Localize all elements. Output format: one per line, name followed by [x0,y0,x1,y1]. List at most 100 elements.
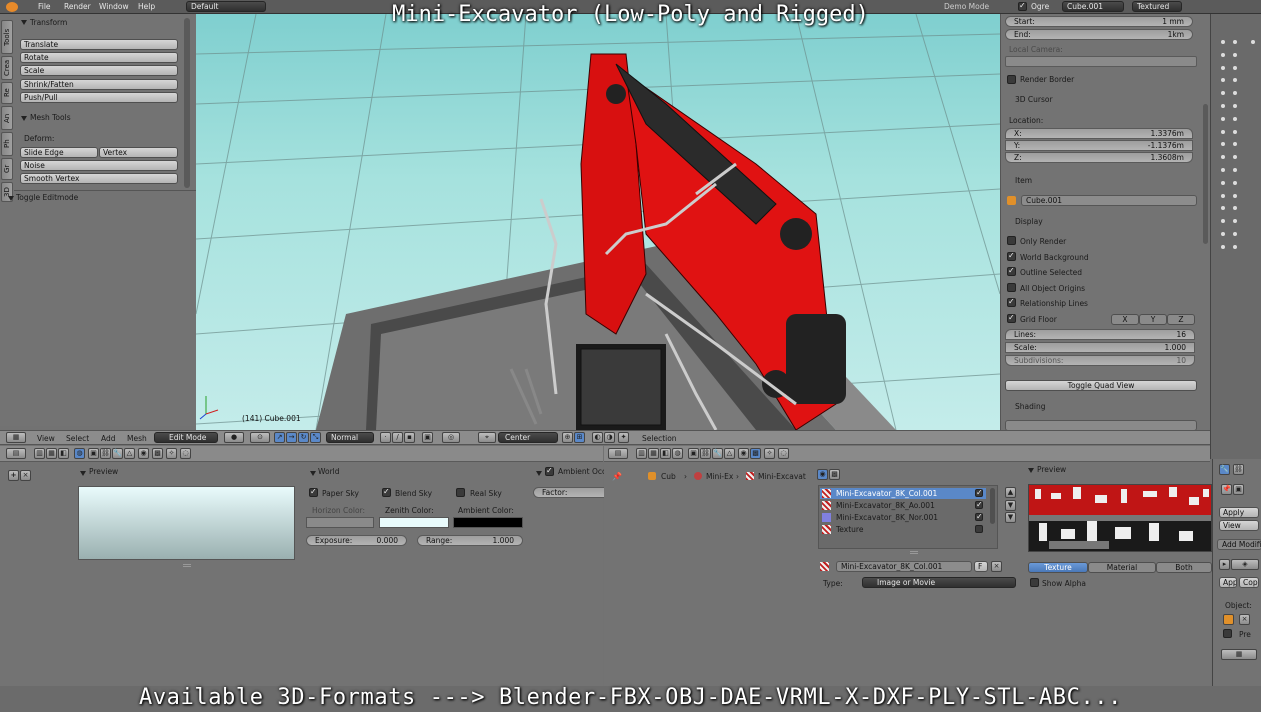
range-field[interactable]: Range: 1.000 [417,535,523,546]
shading-header[interactable]: Shading [1015,402,1045,412]
outliner-visibility-icon[interactable] [1221,65,1225,70]
tab-create[interactable]: Crea [1,56,13,80]
clip-end-field[interactable]: End: 1km [1005,29,1193,40]
specials-icon[interactable]: ▼ [1005,512,1016,523]
fake-user-button[interactable]: F [974,561,988,572]
snap-project-icon[interactable]: ⊞ [574,432,585,443]
item-name-field[interactable]: Cube.001 [1021,195,1197,206]
modifier-apply-button[interactable]: Apply [1219,577,1237,588]
edge-select-icon[interactable]: / [392,432,403,443]
texture-datablock-field[interactable]: Mini-Excavator_8K_Col.001 [836,561,972,572]
tab-world-icon[interactable]: ◍ [74,448,85,459]
outliner-visibility-icon[interactable] [1221,180,1225,185]
outliner-visibility-icon[interactable] [1233,65,1237,70]
outliner-visibility-icon[interactable] [1221,155,1225,160]
tab-object-icon[interactable]: ▣ [88,448,99,459]
outliner-visibility-icon[interactable] [1221,129,1225,134]
outliner-visibility-icon[interactable] [1233,129,1237,134]
modifier-copy-button[interactable]: Copy [1239,577,1259,588]
tab-modifiers-icon[interactable]: 🔧 [112,448,123,459]
tab-physics-icon[interactable]: ◌ [778,448,789,459]
display-header[interactable]: Display [1015,217,1043,227]
toggle-editmode-header[interactable]: Toggle Editmode [16,193,78,203]
zenith-color-swatch[interactable] [379,517,449,528]
render-border-checkbox[interactable] [1007,75,1016,84]
outliner-visibility-icon[interactable] [1221,168,1225,172]
menu-mesh[interactable]: Mesh [127,434,147,443]
tab-material-icon[interactable]: ◉ [138,448,149,459]
manipulator-icon[interactable]: ↗ [274,432,285,443]
pose-icon[interactable]: ✦ [618,432,629,443]
tab-layers-icon[interactable]: ▦ [46,448,57,459]
texture-slot-checkbox[interactable] [975,488,983,497]
breadcrumb-material[interactable]: Mini-Ex [706,472,733,481]
modifier-expand-icon[interactable]: ▸ [1219,559,1230,570]
world-panel-header[interactable]: World [318,467,340,477]
tab-modifiers-icon[interactable]: 🔧 [712,448,723,459]
outliner-visibility-icon[interactable] [1233,91,1237,96]
tab-data-icon[interactable]: △ [124,448,135,459]
preview-tab-both[interactable]: Both [1156,562,1212,573]
push-pull-button[interactable]: Push/Pull [20,92,178,103]
show-alpha-checkbox[interactable] [1030,578,1039,587]
menu-view[interactable]: View [37,434,55,443]
outliner-visibility-icon[interactable] [1221,116,1225,121]
mode-select[interactable]: Edit Mode [154,432,218,443]
tab-object-icon[interactable]: ▣ [688,448,699,459]
preview-tab-texture[interactable]: Texture [1028,562,1088,573]
snap-align-icon[interactable]: ⊕ [562,432,573,443]
tab-relations[interactable]: Re [1,82,13,104]
ambient-color-swatch[interactable] [453,517,523,528]
tab-constraints-icon[interactable]: ⛓ [100,448,111,459]
outliner-visibility-icon[interactable] [1233,52,1237,57]
clip-start-field[interactable]: Start: 1 mm [1005,16,1193,27]
translate-manip-icon[interactable]: → [286,432,297,443]
item-header[interactable]: Item [1015,176,1032,186]
outliner-visibility-icon[interactable] [1221,142,1225,147]
texture-context-world-icon[interactable]: ▩ [829,469,840,480]
pin-icon[interactable]: 📌 [1221,484,1232,495]
display-option-checkbox[interactable] [1007,282,1016,292]
modifier-checkbox[interactable] [1223,629,1232,638]
outliner-visibility-icon[interactable] [1233,142,1237,147]
tool-shelf-scrollbar[interactable] [184,18,190,188]
outliner-visibility-icon[interactable] [1233,206,1237,211]
outliner-visibility-icon[interactable] [1251,40,1255,44]
pin-icon[interactable]: 📌 [612,472,622,481]
blend-sky-checkbox[interactable] [382,487,391,497]
tab-render-icon[interactable]: ▥ [636,448,647,459]
add-icon[interactable]: + [8,470,19,481]
ambient-occlusion-header[interactable]: Ambient Occ [558,467,606,477]
list-resize-grip[interactable] [910,551,918,554]
outliner-visibility-icon[interactable] [1221,78,1225,83]
preview-tab-material[interactable]: Material [1088,562,1156,573]
noise-button[interactable]: Noise [20,160,178,171]
cursor-z-field[interactable]: Z: 1.3608m [1005,152,1193,163]
opengl-render-icon[interactable]: ◑ [604,432,615,443]
vertex-slide-button[interactable]: Vertex [99,147,178,158]
outliner-visibility-icon[interactable] [1221,91,1225,96]
outliner-visibility-icon[interactable] [1233,219,1237,224]
tab-render-icon[interactable]: ▥ [34,448,45,459]
apply-button[interactable]: Apply [1219,507,1259,518]
grid-axis-x[interactable]: X [1111,314,1139,325]
texture-slot-row[interactable]: Mini-Excavator_8K_Ao.001 [820,500,986,511]
ao-factor-field[interactable]: Factor: [533,487,613,498]
cursor-y-field[interactable]: Y: -1.1376m [1005,140,1193,151]
scale-button[interactable]: Scale [20,65,178,76]
menu-add[interactable]: Add [101,434,116,443]
tab-animation[interactable]: An [1,106,13,130]
outliner-visibility-icon[interactable] [1233,78,1237,83]
add-modifier-button[interactable]: Add Modifier [1217,539,1261,550]
smooth-vertex-button[interactable]: Smooth Vertex [20,173,178,184]
tab-grease[interactable]: Gr [1,158,13,180]
display-option-checkbox[interactable] [1007,313,1016,323]
grid-axis-z[interactable]: Z [1167,314,1195,325]
grid-lines-field[interactable]: Lines: 16 [1005,329,1195,340]
move-up-icon[interactable]: ▲ [1005,487,1016,498]
close-icon[interactable]: × [20,470,31,481]
sidebar-scrollbar[interactable] [1203,104,1208,244]
tab-layers-icon[interactable]: ▦ [648,448,659,459]
outliner-visibility-icon[interactable] [1221,206,1225,211]
real-sky-checkbox[interactable] [456,488,465,497]
